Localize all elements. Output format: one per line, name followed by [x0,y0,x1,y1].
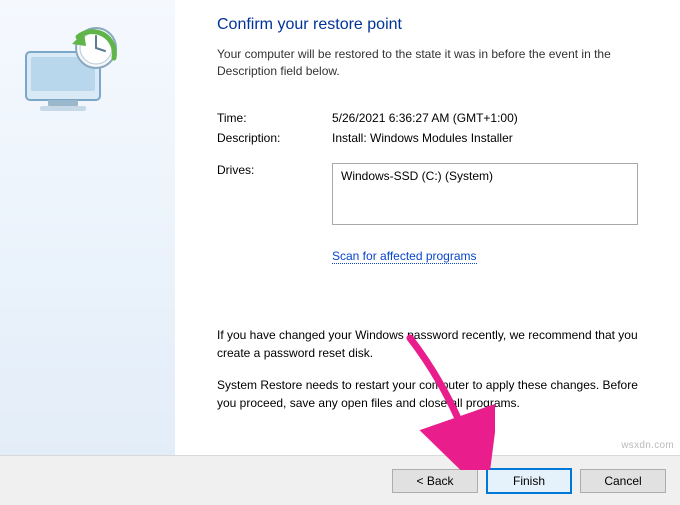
password-notice: If you have changed your Windows passwor… [217,326,656,362]
description-label: Description: [217,131,332,145]
description-value: Install: Windows Modules Installer [332,131,656,145]
drives-listbox[interactable]: Windows-SSD (C:) (System) [332,163,638,225]
system-restore-icon [18,22,128,117]
restart-notice: System Restore needs to restart your com… [217,376,656,412]
finish-button[interactable]: Finish [486,468,572,494]
restore-details: Time: 5/26/2021 6:36:27 AM (GMT+1:00) De… [217,111,656,225]
scan-affected-programs-link[interactable]: Scan for affected programs [332,249,477,264]
drives-label: Drives: [217,163,332,225]
drives-item: Windows-SSD (C:) (System) [341,169,493,183]
time-value: 5/26/2021 6:36:27 AM (GMT+1:00) [332,111,656,125]
sidebar [0,0,175,455]
main-area: Confirm your restore point Your computer… [0,0,680,455]
content-panel: Confirm your restore point Your computer… [175,0,680,455]
cancel-button[interactable]: Cancel [580,469,666,493]
time-label: Time: [217,111,332,125]
intro-text: Your computer will be restored to the st… [217,46,647,81]
back-button[interactable]: < Back [392,469,478,493]
wizard-button-bar: < Back Finish Cancel [0,455,680,505]
page-title: Confirm your restore point [217,16,656,34]
watermark: wsxdn.com [621,440,674,451]
